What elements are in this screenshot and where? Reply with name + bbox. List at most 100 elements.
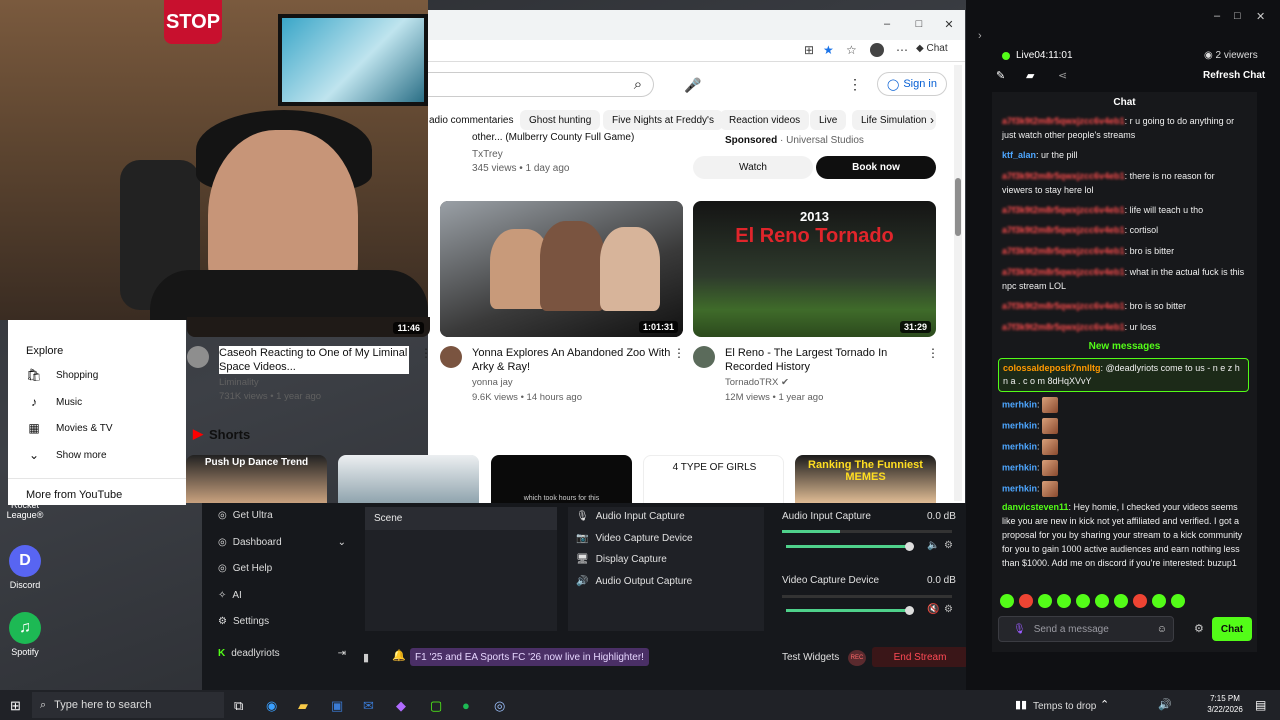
emote-icon[interactable]: [1133, 594, 1147, 608]
video-title[interactable]: Caseoh Reacting to One of My Liminal Spa…: [219, 346, 409, 374]
scrollbar[interactable]: [954, 65, 962, 501]
edit-icon[interactable]: ✎: [996, 69, 1005, 82]
emote-icon[interactable]: [1114, 594, 1128, 608]
emote-icon[interactable]: [1057, 594, 1071, 608]
promo-banner[interactable]: F1 '25 and EA Sports FC '26 now live in …: [410, 648, 649, 666]
more-icon[interactable]: ⋯: [896, 43, 908, 57]
folder-icon[interactable]: ▰: [1026, 69, 1034, 82]
chat-username[interactable]: merhkin: [1002, 483, 1037, 493]
emote-icon[interactable]: [1000, 594, 1014, 608]
short-thumbnail[interactable]: which took hours for this: [491, 455, 632, 503]
stats-icon[interactable]: ▮: [363, 651, 369, 664]
sidebar-item-show-more[interactable]: ⌄ Show more: [26, 448, 107, 462]
chat-username[interactable]: a7f3k9t2m8r5qwxjzcc6v4eb1: [1002, 116, 1125, 126]
refresh-chat-button[interactable]: Refresh Chat: [1203, 70, 1265, 81]
maximize-button[interactable]: □: [912, 18, 926, 30]
taskbar-search[interactable]: ⌕ Type here to search: [32, 692, 224, 718]
volume-slider[interactable]: [786, 609, 910, 612]
source-audio-output[interactable]: 🔊 Audio Output Capture: [576, 576, 692, 587]
test-widgets-button[interactable]: Test Widgets: [782, 652, 839, 663]
chevron-right-icon[interactable]: ›: [978, 30, 982, 42]
close-button[interactable]: ✕: [942, 18, 956, 31]
mic-button[interactable]: 🎤: [680, 72, 706, 98]
emote-icon[interactable]: [1095, 594, 1109, 608]
outlook-icon[interactable]: ✉: [363, 698, 374, 714]
video-thumbnail[interactable]: 11:46: [187, 317, 430, 337]
chevron-right-icon[interactable]: ›: [930, 113, 934, 127]
steam-icon[interactable]: ◎: [494, 698, 505, 714]
gear-icon[interactable]: ⚙: [944, 540, 953, 551]
mute-icon[interactable]: 🔈: [927, 540, 939, 551]
short-thumbnail[interactable]: Push Up Dance Trend: [186, 455, 327, 503]
weather-icon[interactable]: ▮▮: [1015, 698, 1027, 711]
desktop-icon-spotify[interactable]: ♫ Spotify: [4, 612, 46, 657]
short-thumbnail[interactable]: Ranking The Funniest MEMES: [795, 455, 936, 503]
nav-dashboard[interactable]: ◎ Dashboard ⌄: [218, 537, 346, 548]
search-button[interactable]: ⌕: [618, 72, 658, 97]
short-thumbnail[interactable]: [338, 455, 479, 503]
nav-settings[interactable]: ⚙ Settings: [218, 616, 269, 627]
weather-label[interactable]: Temps to drop: [1033, 701, 1096, 712]
emote-icon[interactable]: [1171, 594, 1185, 608]
file-explorer-icon[interactable]: ▰: [298, 698, 308, 714]
emote-icon[interactable]: [1019, 594, 1033, 608]
source-display-capture[interactable]: 🖥 Display Capture: [576, 554, 667, 565]
rec-button[interactable]: REC: [848, 650, 866, 666]
sidebar-item-movies[interactable]: ▦ Movies & TV: [26, 421, 112, 435]
volume-slider-knob[interactable]: [905, 606, 914, 615]
nav-account[interactable]: Kdeadlyriots ⇥: [218, 648, 346, 659]
profile-avatar[interactable]: [870, 43, 884, 57]
chat-username[interactable]: merhkin: [1002, 399, 1037, 409]
copilot-icon[interactable]: ◆: [396, 698, 406, 714]
video-title[interactable]: Yonna Explores An Abandoned Zoo With Ark…: [472, 346, 672, 374]
source-video-capture[interactable]: 📷 Video Capture Device: [576, 533, 693, 544]
kebab-menu-icon[interactable]: ⋮: [848, 76, 862, 93]
video-thumbnail[interactable]: 2013 El Reno Tornado 31:29: [693, 201, 936, 337]
extensions-icon[interactable]: ⊞: [804, 43, 814, 57]
notification-bell-icon[interactable]: 🔔: [392, 649, 406, 662]
chat-username[interactable]: a7f3k9t2m8r5qwxjzcc6v4eb1: [1002, 301, 1125, 311]
chat-username[interactable]: a7f3k9t2m8r5qwxjzcc6v4eb1: [1002, 171, 1125, 181]
desktop-icon-discord[interactable]: D Discord: [4, 545, 46, 590]
streaming-app-icon[interactable]: ▢: [430, 698, 442, 714]
video-channel[interactable]: Liminality: [219, 377, 259, 388]
chat-username[interactable]: merhkin: [1002, 420, 1037, 430]
send-chat-button[interactable]: Chat: [1212, 617, 1252, 641]
short-thumbnail[interactable]: 4 TYPE OF GIRLS: [643, 455, 784, 503]
chat-username[interactable]: danvicsteven11: [1002, 502, 1069, 512]
clock[interactable]: 7:15 PM 3/22/2026: [1200, 693, 1250, 715]
chat-username[interactable]: a7f3k9t2m8r5qwxjzcc6v4eb1: [1002, 246, 1125, 256]
chip-live[interactable]: Live: [810, 110, 847, 130]
close-button[interactable]: ✕: [1256, 10, 1265, 23]
chat-username[interactable]: ktf_alan: [1002, 150, 1036, 160]
sidebar-item-shopping[interactable]: 🛍 Shopping: [26, 368, 98, 382]
notifications-icon[interactable]: ▤: [1255, 698, 1266, 712]
gear-icon[interactable]: ⚙: [1194, 622, 1204, 635]
scrollbar-thumb[interactable]: [955, 178, 961, 236]
end-stream-button[interactable]: End Stream: [872, 647, 968, 667]
emote-icon[interactable]: [1152, 594, 1166, 608]
watch-button[interactable]: Watch: [693, 156, 813, 179]
chat-username[interactable]: a7f3k9t2m8r5qwxjzcc6v4eb1: [1002, 267, 1125, 277]
kebab-menu-icon[interactable]: ⋮: [673, 346, 685, 360]
maximize-button[interactable]: □: [1234, 10, 1241, 22]
share-icon[interactable]: ⋖: [1058, 69, 1067, 82]
tray-chevron-icon[interactable]: ⌃: [1100, 698, 1109, 711]
favorites-icon[interactable]: ☆: [846, 43, 857, 57]
muted-icon[interactable]: 🔇: [927, 604, 939, 615]
nav-get-ultra[interactable]: ◎ Get Ultra: [218, 510, 273, 521]
speaker-icon[interactable]: 🔊: [1158, 698, 1172, 711]
logout-icon[interactable]: ⇥: [338, 648, 346, 659]
chat-username[interactable]: a7f3k9t2m8r5qwxjzcc6v4eb1: [1002, 322, 1125, 332]
emoji-icon[interactable]: ☺: [1157, 624, 1167, 635]
prev-video-title[interactable]: other... (Mulberry County Full Game): [472, 132, 634, 143]
signin-button[interactable]: ◯ Sign in: [877, 72, 947, 96]
edge-icon[interactable]: ◉: [266, 698, 277, 714]
sidebar-item-music[interactable]: ♪ Music: [26, 395, 82, 409]
emote-icon[interactable]: [1038, 594, 1052, 608]
chip-reaction-videos[interactable]: Reaction videos: [720, 110, 810, 130]
emote-icon[interactable]: [1076, 594, 1090, 608]
volume-slider[interactable]: [786, 545, 910, 548]
prev-video-channel[interactable]: TxTrey: [472, 149, 503, 160]
spotify-icon[interactable]: ●: [462, 698, 470, 713]
